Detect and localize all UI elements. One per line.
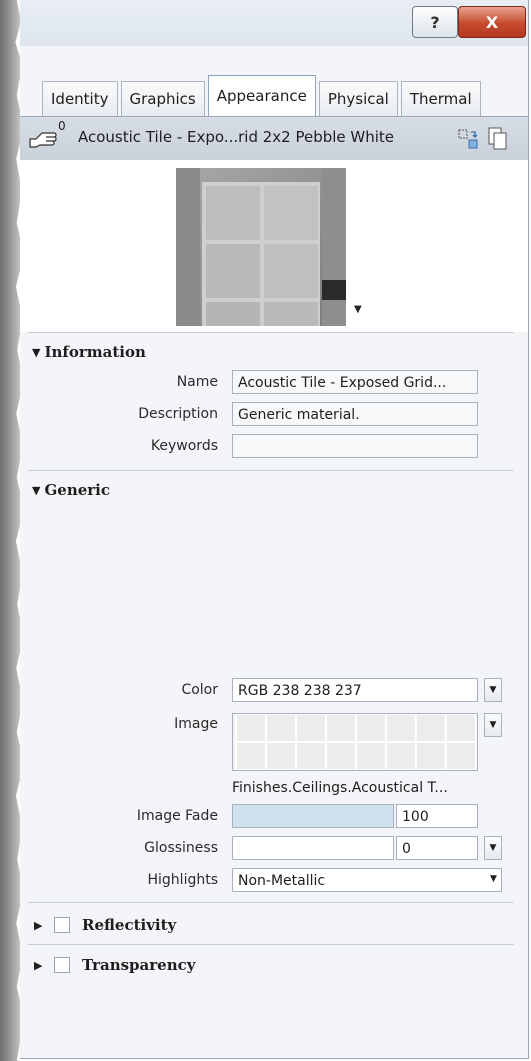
transparency-label: Transparency xyxy=(82,956,196,974)
collapsed-triangle-icon: ▶ xyxy=(34,958,43,972)
lower-panel: ▶ Transparency xyxy=(20,0,528,1058)
transparency-checkbox[interactable] xyxy=(54,957,70,973)
section-transparency[interactable]: ▶ Transparency xyxy=(20,946,528,984)
